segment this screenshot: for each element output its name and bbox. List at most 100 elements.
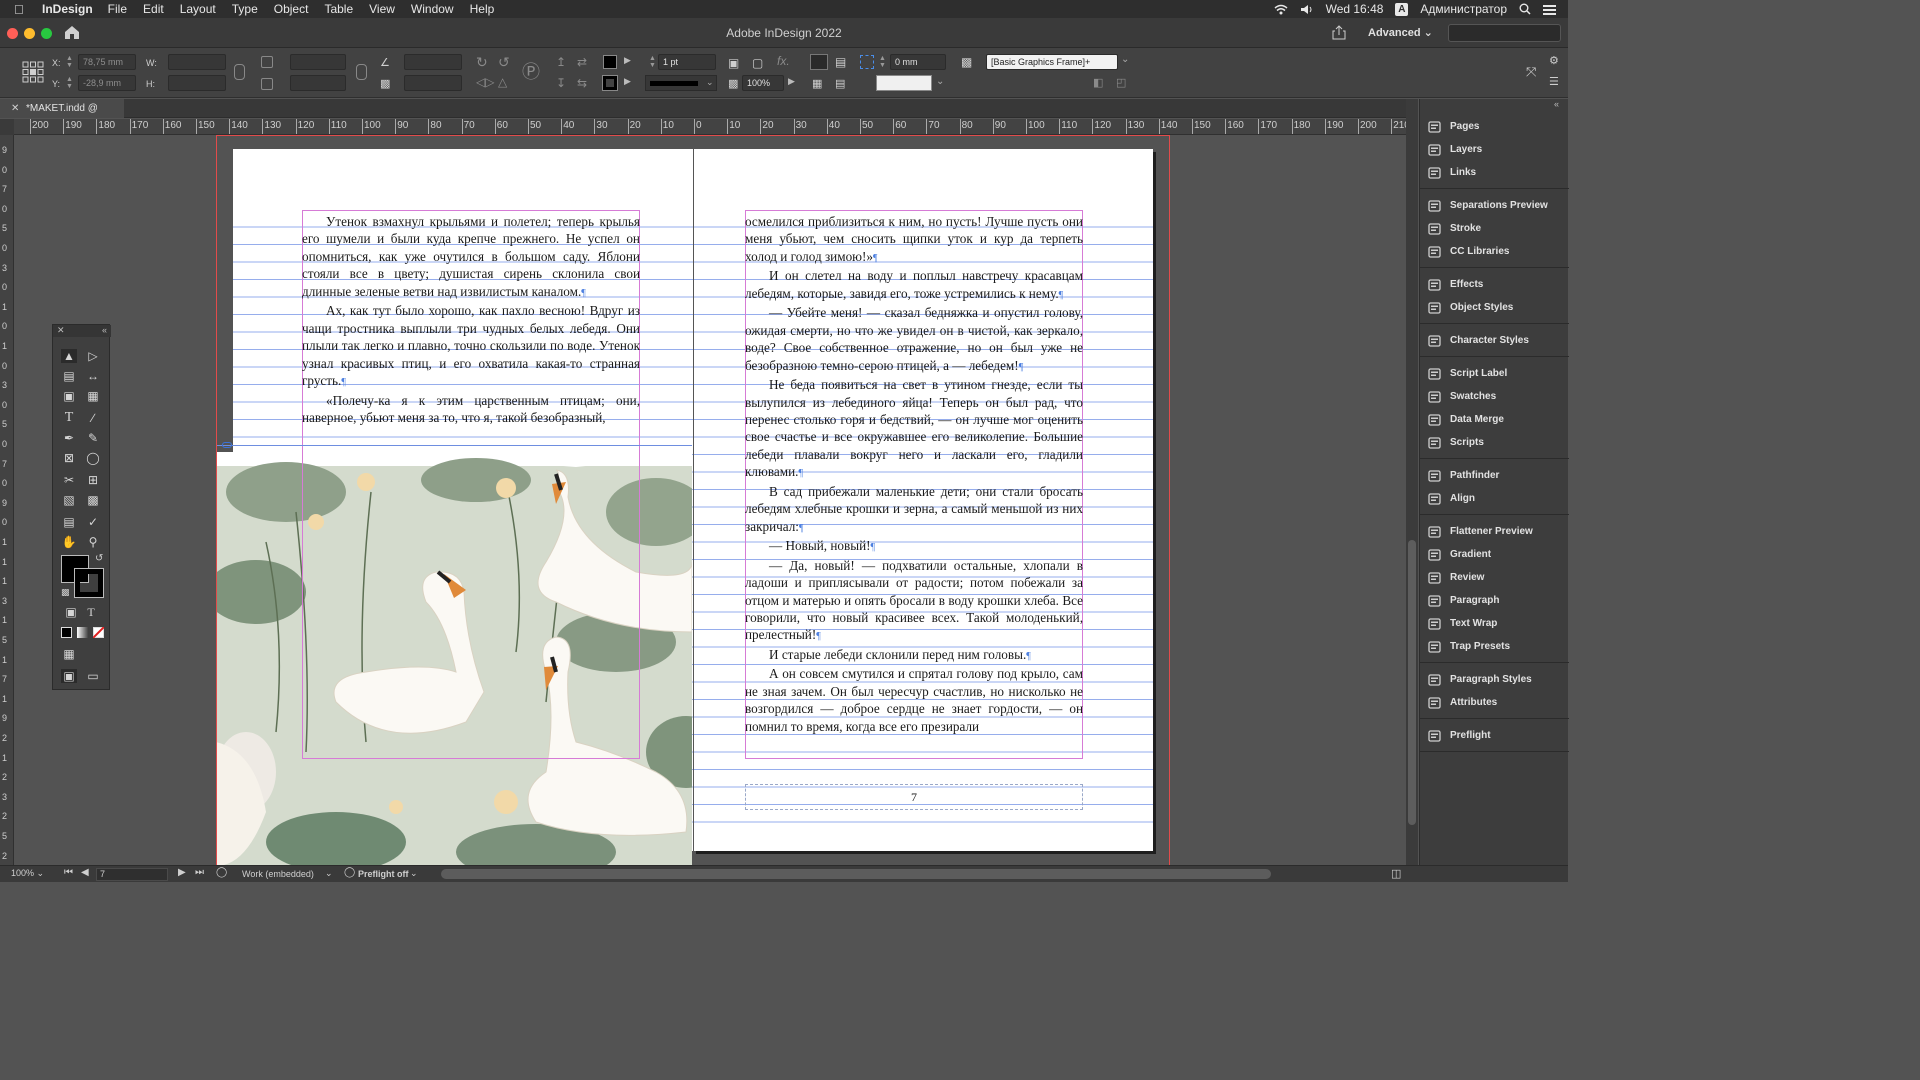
formatting-container-icon[interactable]: ▣ bbox=[63, 605, 79, 619]
gap-tool-icon[interactable]: ↔ bbox=[85, 369, 101, 383]
panel-gradient[interactable]: Gradient bbox=[1428, 545, 1568, 565]
panel-attributes[interactable]: Attributes bbox=[1428, 693, 1568, 713]
constrain-scale-icon[interactable] bbox=[356, 64, 367, 80]
x-stepper-icon[interactable]: ▲ ▼ bbox=[66, 55, 73, 69]
opacity-field[interactable]: 100% bbox=[742, 75, 784, 91]
rotate-cw-icon[interactable]: ↻ bbox=[476, 54, 488, 71]
document-tab[interactable]: ✕ *MAKET.indd @ 100% bbox=[0, 99, 124, 133]
control-panel-menu-icon[interactable]: ☰ bbox=[1549, 75, 1559, 88]
rectangle-frame-tool-icon[interactable]: ⊠ bbox=[61, 451, 77, 465]
menu-type[interactable]: Type bbox=[232, 2, 258, 16]
page-number-field[interactable]: 7 bbox=[96, 868, 168, 881]
wrap-jump-object-icon[interactable]: ▤ bbox=[835, 77, 845, 90]
select-next-icon[interactable]: ⇆ bbox=[577, 76, 587, 90]
menu-help[interactable]: Help bbox=[470, 2, 495, 16]
content-collector-icon[interactable]: ▣ bbox=[61, 389, 77, 403]
stroke-color-preview[interactable] bbox=[876, 75, 932, 91]
stroke-color-dropdown-icon[interactable]: ⌄ bbox=[936, 76, 944, 87]
share-icon[interactable] bbox=[1332, 25, 1346, 40]
tab-close-icon[interactable]: ✕ bbox=[11, 99, 19, 118]
apply-gradient-icon[interactable] bbox=[77, 627, 88, 638]
y-position-field[interactable]: -28,9 mm bbox=[78, 75, 136, 91]
panel-layers[interactable]: Layers bbox=[1428, 140, 1568, 160]
frame-fitting-icon[interactable]: ◰ bbox=[1116, 76, 1126, 89]
panel-paragraph-styles[interactable]: Paragraph Styles bbox=[1428, 670, 1568, 690]
page-tool-icon[interactable]: ▤ bbox=[61, 369, 77, 383]
panel-object-styles[interactable]: Object Styles bbox=[1428, 298, 1568, 318]
gradient-swatch-tool-icon[interactable]: ▧ bbox=[61, 493, 77, 507]
spotlight-search-icon[interactable] bbox=[1519, 3, 1531, 15]
screen-mode-preview-icon[interactable]: ▭ bbox=[85, 669, 101, 683]
wifi-icon[interactable] bbox=[1274, 4, 1288, 15]
pencil-tool-icon[interactable]: ✎ bbox=[85, 431, 101, 445]
ellipse-tool-icon[interactable]: ◯ bbox=[85, 451, 101, 465]
rotate-ccw-icon[interactable]: ↺ bbox=[498, 54, 510, 71]
fit-frame-icon[interactable]: ▣ bbox=[728, 56, 739, 70]
panel-align[interactable]: Align bbox=[1428, 489, 1568, 509]
gradient-feather-tool-icon[interactable]: ▩ bbox=[85, 493, 101, 507]
scale-x-field[interactable] bbox=[290, 54, 346, 70]
stroke-type-dropdown[interactable]: ⌄ bbox=[645, 75, 717, 91]
ruler-origin[interactable] bbox=[0, 119, 14, 135]
menubar-clock[interactable]: Wed 16:48 bbox=[1326, 2, 1384, 16]
panel-preflight[interactable]: Preflight bbox=[1428, 726, 1568, 746]
effects-fx-icon[interactable]: fx. bbox=[777, 54, 790, 68]
preflight-dropdown-icon[interactable]: ⌄ bbox=[410, 868, 418, 879]
horizontal-ruler[interactable]: 200 190 180 170 160 150 140 130 120 110 100 90 80 70 6… bbox=[14, 119, 1406, 135]
menu-layout[interactable]: Layout bbox=[180, 2, 216, 16]
canvas-vertical-scrollbar[interactable] bbox=[1408, 540, 1416, 825]
height-field[interactable] bbox=[168, 75, 226, 91]
panel-script-label[interactable]: Script Label bbox=[1428, 364, 1568, 384]
menu-file[interactable]: File bbox=[108, 2, 127, 16]
content-placer-icon[interactable]: ▦ bbox=[85, 389, 101, 403]
help-search-input[interactable] bbox=[1448, 24, 1561, 42]
formatting-text-icon[interactable]: T bbox=[83, 605, 99, 619]
close-icon[interactable]: ✕ bbox=[57, 325, 65, 336]
collapse-panels-icon[interactable]: « bbox=[1554, 99, 1559, 109]
offset-stepper-icon[interactable]: ▲ ▼ bbox=[879, 55, 886, 69]
app-menu[interactable]: InDesign bbox=[42, 2, 93, 16]
pen-tool-icon[interactable]: ✒ bbox=[61, 431, 77, 445]
vertical-ruler[interactable]: 90705030101030507090111315171921232527 bbox=[0, 135, 14, 865]
panel-pathfinder[interactable]: Pathfinder bbox=[1428, 466, 1568, 486]
x-position-field[interactable]: 78,75 mm bbox=[78, 54, 136, 70]
mode-normal-icon[interactable]: ▦ bbox=[61, 647, 77, 661]
panel-review[interactable]: Review bbox=[1428, 568, 1568, 588]
panel-pages[interactable]: Pages bbox=[1428, 117, 1568, 137]
panel-links[interactable]: Links bbox=[1428, 163, 1568, 183]
eyedropper-tool-icon[interactable]: ✓ bbox=[85, 515, 101, 529]
panel-swatches[interactable]: Swatches bbox=[1428, 387, 1568, 407]
control-center-icon[interactable] bbox=[1543, 4, 1556, 15]
menu-view[interactable]: View bbox=[369, 2, 395, 16]
note-tool-icon[interactable]: ▤ bbox=[61, 515, 77, 529]
menubar-user[interactable]: Администратор bbox=[1420, 2, 1507, 16]
panel-effects[interactable]: Effects bbox=[1428, 275, 1568, 295]
fill-swatch-menu-icon[interactable]: ▶ bbox=[624, 55, 631, 66]
tools-panel-header[interactable]: ✕ « bbox=[53, 325, 111, 337]
scissors-tool-icon[interactable]: ✂ bbox=[61, 473, 77, 487]
menu-window[interactable]: Window bbox=[411, 2, 454, 16]
object-style-dropdown[interactable]: [Basic Graphics Frame]+ bbox=[986, 54, 1118, 70]
zoom-level-field[interactable]: 100% ⌄ bbox=[8, 868, 58, 881]
menu-table[interactable]: Table bbox=[324, 2, 353, 16]
panel-paragraph[interactable]: Paragraph bbox=[1428, 591, 1568, 611]
pasteboard[interactable]: Утенок взмахнул крыльями и полетел; тепе… bbox=[14, 135, 1406, 865]
apply-none-icon[interactable] bbox=[93, 627, 104, 638]
profile-dropdown-icon[interactable]: ⌄ bbox=[325, 868, 333, 879]
panel-trap-presets[interactable]: Trap Presets bbox=[1428, 637, 1568, 657]
panel-cc-libraries[interactable]: CC Libraries bbox=[1428, 242, 1568, 262]
select-content-icon[interactable]: Ⓟ bbox=[522, 58, 540, 84]
fill-swatch[interactable] bbox=[603, 55, 617, 69]
wrap-none-button[interactable] bbox=[810, 54, 828, 70]
panel-data-merge[interactable]: Data Merge bbox=[1428, 410, 1568, 430]
opacity-menu-icon[interactable]: ▶ bbox=[788, 76, 795, 87]
preflight-status[interactable]: Preflight off bbox=[358, 869, 409, 879]
selection-tool-icon[interactable]: ▲ bbox=[61, 349, 77, 363]
apply-color-icon[interactable] bbox=[61, 627, 72, 638]
first-page-icon[interactable]: ⏮ bbox=[64, 867, 73, 878]
auto-fit-icon[interactable] bbox=[860, 55, 874, 69]
input-source-icon[interactable]: A bbox=[1395, 2, 1409, 16]
line-tool-icon[interactable]: ∕ bbox=[85, 411, 101, 425]
width-field[interactable] bbox=[168, 54, 226, 70]
select-container-icon[interactable]: ↥ bbox=[556, 55, 566, 69]
